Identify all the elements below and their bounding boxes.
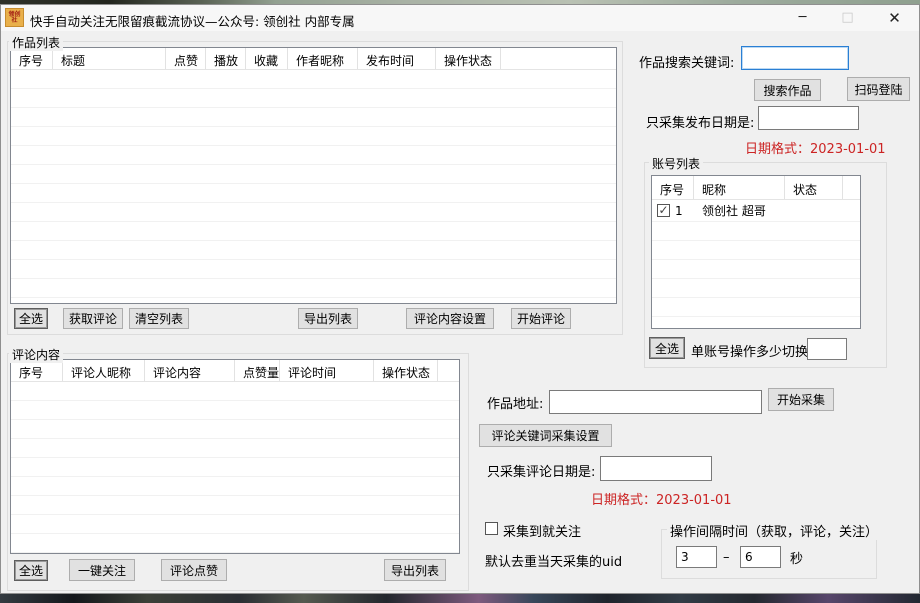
- accounts-select-all-button[interactable]: 全选: [649, 337, 685, 359]
- interval-group-title: 操作间隔时间（获取，评论，关注）: [667, 521, 881, 540]
- publish-date-label: 只采集发布日期是:: [646, 112, 754, 131]
- comments-column-header-filler: [438, 360, 459, 381]
- accounts-table[interactable]: 序号 昵称 状态 ✓ 1 领创社 超哥: [651, 175, 861, 329]
- interval-separator: –: [723, 550, 730, 565]
- works-table-body[interactable]: [11, 70, 616, 303]
- works-column-header[interactable]: 序号: [11, 48, 53, 69]
- works-column-header[interactable]: 作者昵称: [288, 48, 358, 69]
- dedupe-note: 默认去重当天采集的uid: [485, 551, 622, 570]
- get-comments-button[interactable]: 获取评论: [63, 308, 123, 329]
- maximize-button-icon: □: [825, 5, 870, 31]
- work-url-input[interactable]: [549, 390, 762, 414]
- window-title: 快手自动关注无限留痕截流协议—公众号: 领创社 内部专属: [30, 11, 355, 30]
- works-column-header[interactable]: 点赞: [166, 48, 206, 69]
- desktop: 领创社 快手自动关注无限留痕截流协议—公众号: 领创社 内部专属 ─ □ ✕ 作…: [0, 0, 920, 603]
- accounts-column-header[interactable]: 状态: [785, 176, 843, 199]
- app-icon: 领创社: [5, 8, 24, 27]
- works-column-header[interactable]: 收藏: [246, 48, 288, 69]
- follow-on-collect-checkbox[interactable]: [485, 522, 498, 535]
- comment-date-format-hint: 日期格式：2023-01-01: [591, 489, 732, 508]
- works-table[interactable]: 序号 标题 点赞 播放 收藏 作者昵称 发布时间 操作状态: [10, 47, 617, 304]
- works-column-header[interactable]: 操作状态: [436, 48, 501, 69]
- follow-on-collect-label: 采集到就关注: [503, 521, 581, 540]
- works-export-list-button[interactable]: 导出列表: [298, 308, 358, 329]
- accounts-group-title: 账号列表: [649, 155, 703, 172]
- comments-column-header[interactable]: 评论人昵称: [63, 360, 145, 381]
- works-column-header[interactable]: 标题: [53, 48, 166, 69]
- work-search-keyword-label: 作品搜索关键词:: [639, 52, 734, 71]
- account-row[interactable]: ✓ 1 领创社 超哥: [652, 200, 860, 222]
- interval-unit-label: 秒: [790, 548, 803, 567]
- app-window: 领创社 快手自动关注无限留痕截流协议—公众号: 领创社 内部专属 ─ □ ✕ 作…: [0, 4, 920, 594]
- start-comment-button[interactable]: 开始评论: [511, 308, 571, 329]
- comment-content-settings-button[interactable]: 评论内容设置: [406, 308, 494, 329]
- works-group-title: 作品列表: [9, 34, 63, 51]
- search-works-button[interactable]: 搜索作品: [754, 79, 821, 101]
- account-switch-label: 单账号操作多少切换:: [691, 341, 812, 360]
- work-url-label: 作品地址:: [487, 393, 543, 412]
- work-search-keyword-input[interactable]: [741, 46, 849, 70]
- publish-date-format-hint: 日期格式：2023-01-01: [745, 138, 886, 157]
- account-switch-input[interactable]: [807, 338, 847, 360]
- comments-table-body[interactable]: [11, 382, 459, 553]
- works-select-all-button[interactable]: 全选: [14, 308, 48, 329]
- comments-table-header: 序号 评论人昵称 评论内容 点赞量 评论时间 操作状态: [11, 360, 459, 382]
- account-nickname: 领创社 超哥: [694, 202, 785, 219]
- comments-group-title: 评论内容: [9, 346, 63, 363]
- comments-column-header[interactable]: 操作状态: [374, 360, 438, 381]
- accounts-column-header[interactable]: 序号: [652, 176, 694, 199]
- one-click-follow-button[interactable]: 一键关注: [69, 559, 135, 581]
- comment-keyword-collect-settings-button[interactable]: 评论关键词采集设置: [479, 424, 612, 447]
- comments-select-all-button[interactable]: 全选: [14, 560, 48, 581]
- comments-export-list-button[interactable]: 导出列表: [384, 559, 446, 581]
- accounts-table-body[interactable]: [652, 222, 860, 328]
- titlebar[interactable]: 领创社 快手自动关注无限留痕截流协议—公众号: 领创社 内部专属 ─ □ ✕: [1, 5, 919, 31]
- comments-column-header[interactable]: 评论内容: [145, 360, 235, 381]
- account-no: 1: [675, 204, 683, 218]
- comments-column-header[interactable]: 点赞量: [235, 360, 280, 381]
- comment-date-label: 只采集评论日期是:: [487, 461, 595, 480]
- interval-max-input[interactable]: [740, 546, 781, 568]
- publish-date-input[interactable]: [758, 106, 859, 130]
- works-column-header[interactable]: 发布时间: [358, 48, 436, 69]
- comments-column-header[interactable]: 序号: [11, 360, 63, 381]
- works-column-header[interactable]: 播放: [206, 48, 246, 69]
- works-column-header-filler: [501, 48, 616, 69]
- qr-login-button[interactable]: 扫码登陆: [847, 77, 910, 101]
- accounts-table-header: 序号 昵称 状态: [652, 176, 860, 200]
- comment-date-input[interactable]: [600, 456, 712, 481]
- interval-min-input[interactable]: [676, 546, 717, 568]
- close-button-icon[interactable]: ✕: [870, 5, 919, 31]
- minimize-button-icon[interactable]: ─: [780, 5, 825, 31]
- comments-column-header[interactable]: 评论时间: [280, 360, 374, 381]
- accounts-column-header-filler: [843, 176, 860, 199]
- account-checkbox[interactable]: ✓: [657, 204, 670, 217]
- comments-table[interactable]: 序号 评论人昵称 评论内容 点赞量 评论时间 操作状态: [10, 359, 460, 554]
- works-table-header: 序号 标题 点赞 播放 收藏 作者昵称 发布时间 操作状态: [11, 48, 616, 70]
- like-comments-button[interactable]: 评论点赞: [161, 559, 227, 581]
- start-collect-button[interactable]: 开始采集: [768, 388, 834, 411]
- clear-list-button[interactable]: 清空列表: [129, 308, 189, 329]
- accounts-column-header[interactable]: 昵称: [694, 176, 785, 199]
- desktop-wallpaper-bottom: [0, 594, 920, 603]
